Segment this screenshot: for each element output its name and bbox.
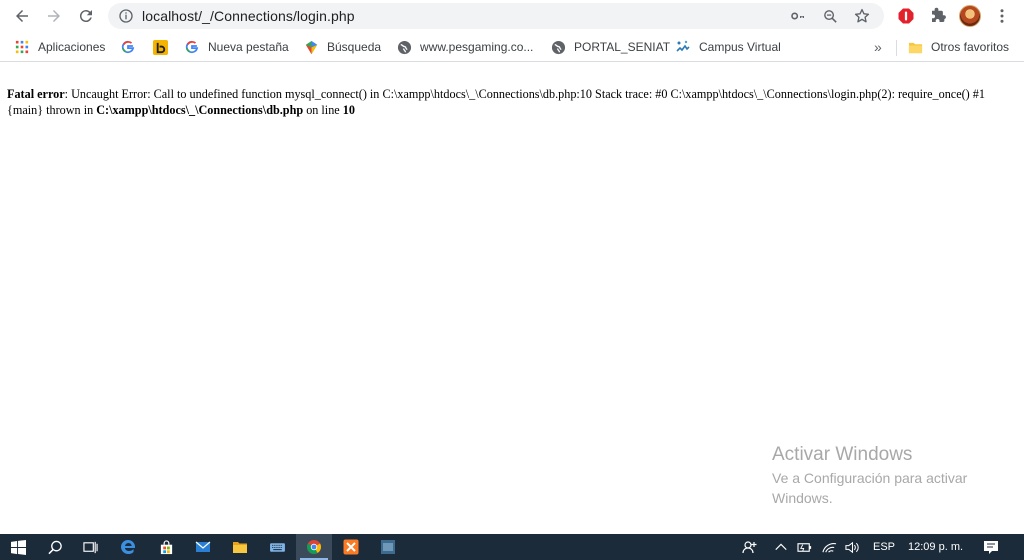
bookmark-label: Búsqueda bbox=[327, 40, 382, 54]
error-file: C:\xampp\htdocs\_\Connections\db.php bbox=[96, 102, 304, 117]
address-bar[interactable]: localhost/_/Connections/login.php bbox=[108, 3, 884, 29]
bookmark-busqueda[interactable]: Búsqueda bbox=[303, 32, 381, 62]
search-app-icon bbox=[303, 39, 319, 55]
profile-avatar[interactable] bbox=[954, 1, 986, 31]
xampp-icon bbox=[343, 539, 359, 555]
bookmark-label: Nueva pestaña bbox=[208, 40, 289, 54]
battery-icon[interactable] bbox=[797, 534, 814, 560]
volume-icon[interactable] bbox=[845, 534, 860, 560]
menu-kebab-icon[interactable] bbox=[986, 1, 1018, 31]
globe-icon bbox=[550, 39, 566, 55]
task-view-button[interactable] bbox=[72, 534, 108, 560]
zoom-icon[interactable] bbox=[814, 3, 846, 29]
error-line-number: 10 bbox=[342, 102, 355, 117]
campus-icon bbox=[675, 39, 691, 55]
bookmarks-separator bbox=[896, 40, 897, 56]
bookmark-star-icon[interactable] bbox=[846, 3, 878, 29]
key-icon[interactable] bbox=[782, 3, 814, 29]
chevron-up-icon[interactable] bbox=[774, 534, 788, 560]
page-content: Fatal error: Uncaught Error: Call to und… bbox=[7, 87, 1019, 118]
globe-icon bbox=[396, 39, 412, 55]
bookmark-label: www.pesgaming.co... bbox=[420, 40, 534, 54]
wifi-icon[interactable] bbox=[822, 534, 837, 560]
clock[interactable]: 12:09 p. m. bbox=[908, 534, 963, 560]
window-app-icon bbox=[381, 540, 395, 554]
arrow-right-icon bbox=[48, 10, 60, 22]
keyboard-taskbar-button[interactable] bbox=[259, 534, 295, 560]
bookmark-pesgaming[interactable]: www.pesgaming.co... bbox=[396, 32, 533, 62]
bookmarks-overflow-button[interactable]: » bbox=[874, 32, 882, 62]
back-button[interactable] bbox=[7, 1, 37, 31]
apps-grid-icon bbox=[14, 39, 30, 55]
watermark-title: Activar Windows bbox=[772, 444, 913, 465]
bookmark-label: PORTAL_SENIAT bbox=[574, 40, 671, 54]
adblock-extension-icon[interactable] bbox=[890, 1, 922, 31]
folder-icon bbox=[907, 39, 923, 55]
folder-icon bbox=[233, 542, 247, 553]
error-label: Fatal error bbox=[7, 87, 65, 101]
bookmark-new-tab[interactable]: Nueva pestaña bbox=[184, 32, 289, 62]
error-line-text: on line bbox=[303, 102, 343, 117]
search-icon bbox=[47, 540, 62, 554]
store-icon bbox=[160, 539, 172, 554]
windows-logo-icon bbox=[10, 539, 26, 555]
arrow-left-icon bbox=[16, 10, 28, 22]
avatar bbox=[959, 5, 981, 27]
edge-icon bbox=[121, 540, 135, 554]
forward-button[interactable] bbox=[39, 1, 69, 31]
bookmark-other-favorites[interactable]: Otros favoritos bbox=[907, 32, 1009, 62]
activate-windows-watermark: Activar Windows Ve a Configuración para … bbox=[772, 444, 1002, 508]
edge-taskbar-button[interactable] bbox=[110, 534, 146, 560]
site-info-icon[interactable] bbox=[114, 3, 138, 29]
bookmark-label: Otros favoritos bbox=[931, 40, 1010, 54]
bookmark-campus-virtual[interactable]: Campus Virtual bbox=[675, 32, 781, 62]
language-indicator[interactable]: ESP bbox=[873, 534, 895, 560]
mail-taskbar-button[interactable] bbox=[185, 534, 221, 560]
chrome-taskbar-button[interactable] bbox=[296, 534, 332, 560]
google-icon bbox=[120, 39, 136, 55]
xampp-taskbar-button[interactable] bbox=[333, 534, 369, 560]
extensions-puzzle-icon[interactable] bbox=[922, 1, 954, 31]
bookmark-label: Campus Virtual bbox=[699, 40, 781, 54]
app-taskbar-button[interactable] bbox=[370, 534, 406, 560]
bookmark-label: Aplicaciones bbox=[38, 40, 106, 54]
chrome-icon bbox=[306, 540, 322, 554]
task-view-icon bbox=[82, 541, 98, 553]
mail-icon bbox=[195, 541, 211, 552]
notifications-icon[interactable] bbox=[983, 534, 999, 560]
reload-icon bbox=[79, 10, 92, 23]
people-icon[interactable] bbox=[742, 534, 758, 560]
store-taskbar-button[interactable] bbox=[148, 534, 184, 560]
bookmark-apps[interactable]: Aplicaciones bbox=[14, 32, 105, 62]
taskbar: ESP 12:09 p. m. bbox=[0, 534, 1024, 560]
url-text[interactable]: localhost/_/Connections/login.php bbox=[142, 8, 355, 24]
bookmarks-bar: Aplicaciones Nueva pestaña Búsqueda www.… bbox=[0, 32, 1024, 62]
search-button[interactable] bbox=[37, 534, 73, 560]
bookmark-google[interactable] bbox=[120, 32, 144, 62]
keyboard-icon bbox=[269, 542, 285, 552]
file-explorer-taskbar-button[interactable] bbox=[222, 534, 258, 560]
reload-button[interactable] bbox=[71, 1, 101, 31]
bookmark-portal-seniat[interactable]: PORTAL_SENIAT bbox=[550, 32, 670, 62]
bookmark-app-icon bbox=[152, 39, 168, 55]
start-button[interactable] bbox=[0, 534, 36, 560]
watermark-subtitle: Ve a Configuración para activar Windows. bbox=[772, 470, 968, 506]
bookmark-app[interactable] bbox=[152, 32, 176, 62]
browser-toolbar: localhost/_/Connections/login.php bbox=[0, 0, 1024, 32]
google-icon bbox=[184, 39, 200, 55]
